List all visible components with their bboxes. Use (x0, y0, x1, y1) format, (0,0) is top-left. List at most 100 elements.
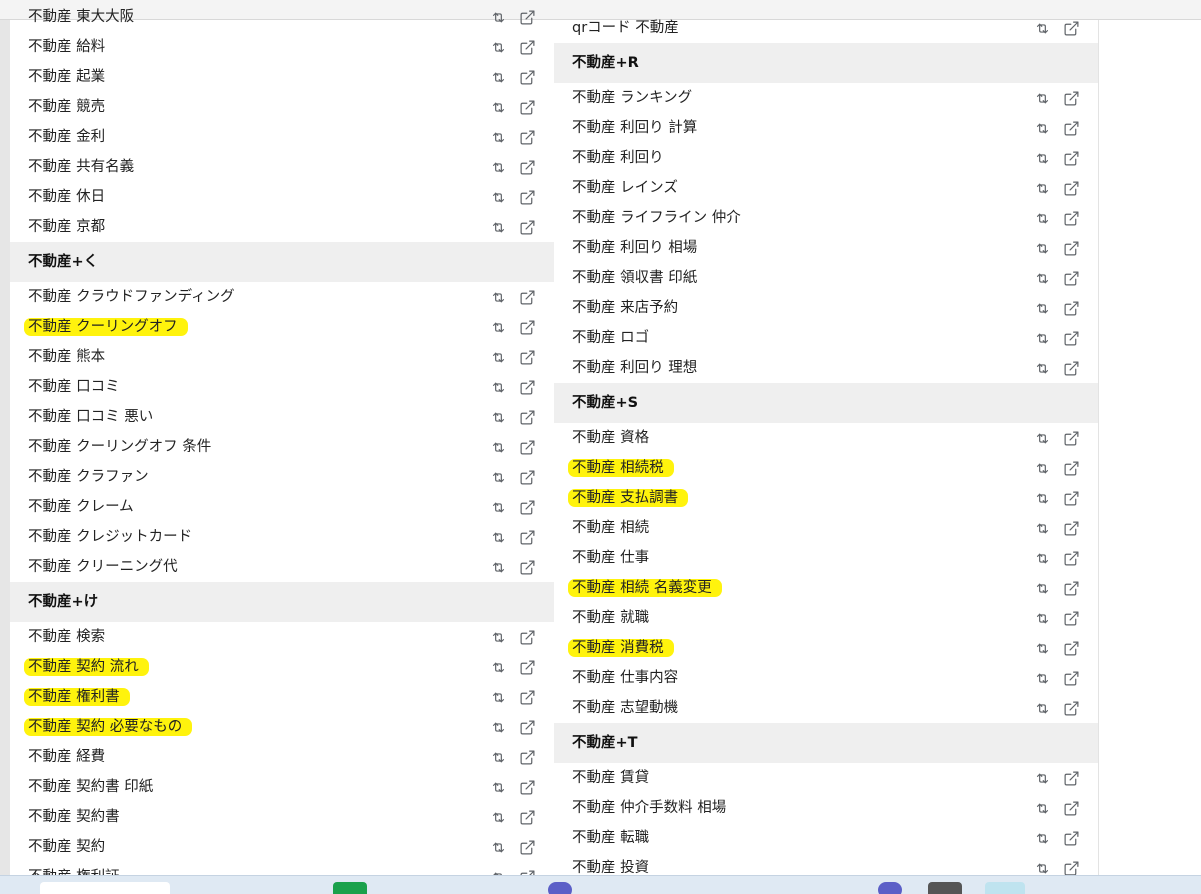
external-link-icon[interactable] (517, 67, 537, 87)
retweet-icon[interactable] (1032, 768, 1052, 788)
keyword-label[interactable]: 不動産 資格 (572, 428, 649, 448)
retweet-icon[interactable] (1032, 428, 1052, 448)
keyword-label[interactable]: 不動産 契約 必要なもの (28, 717, 182, 737)
external-link-icon[interactable] (517, 627, 537, 647)
external-link-icon[interactable] (517, 317, 537, 337)
taskbar-app-icon[interactable] (928, 882, 962, 894)
keyword-label[interactable]: 不動産 クリーニング代 (28, 557, 178, 577)
external-link-icon[interactable] (517, 157, 537, 177)
retweet-icon[interactable] (1032, 328, 1052, 348)
external-link-icon[interactable] (517, 347, 537, 367)
external-link-icon[interactable] (1061, 268, 1081, 288)
retweet-icon[interactable] (1032, 178, 1052, 198)
keyword-label[interactable]: 不動産 利回り 理想 (572, 358, 697, 378)
external-link-icon[interactable] (1061, 148, 1081, 168)
retweet-icon[interactable] (1032, 828, 1052, 848)
retweet-icon[interactable] (488, 437, 508, 457)
external-link-icon[interactable] (1061, 428, 1081, 448)
external-link-icon[interactable] (517, 217, 537, 237)
keyword-label[interactable]: 不動産 利回り 計算 (572, 118, 697, 138)
external-link-icon[interactable] (1061, 458, 1081, 478)
retweet-icon[interactable] (488, 777, 508, 797)
keyword-label[interactable]: 不動産 相続税 (572, 458, 664, 478)
keyword-label[interactable]: 不動産 仕事内容 (572, 668, 678, 688)
retweet-icon[interactable] (488, 7, 508, 27)
external-link-icon[interactable] (1061, 208, 1081, 228)
keyword-label[interactable]: 不動産 利回り (572, 148, 664, 168)
keyword-label[interactable]: 不動産 口コミ (28, 377, 120, 397)
keyword-label[interactable]: 不動産 相続 名義変更 (572, 578, 712, 598)
keyword-label[interactable]: 不動産 経費 (28, 747, 105, 767)
external-link-icon[interactable] (1061, 828, 1081, 848)
external-link-icon[interactable] (1061, 518, 1081, 538)
external-link-icon[interactable] (1061, 548, 1081, 568)
keyword-label[interactable]: 不動産 東大大阪 (28, 7, 134, 27)
retweet-icon[interactable] (488, 657, 508, 677)
retweet-icon[interactable] (488, 157, 508, 177)
keyword-label[interactable]: 不動産 消費税 (572, 638, 664, 658)
retweet-icon[interactable] (1032, 458, 1052, 478)
external-link-icon[interactable] (1061, 488, 1081, 508)
external-link-icon[interactable] (517, 867, 537, 875)
retweet-icon[interactable] (1032, 548, 1052, 568)
external-link-icon[interactable] (517, 467, 537, 487)
retweet-icon[interactable] (1032, 18, 1052, 38)
external-link-icon[interactable] (517, 837, 537, 857)
retweet-icon[interactable] (488, 217, 508, 237)
keyword-label[interactable]: 不動産 投資 (572, 858, 649, 875)
taskbar-app-icon[interactable] (333, 882, 367, 894)
taskbar-app-icon[interactable] (548, 882, 572, 894)
keyword-label[interactable]: 不動産 契約書 (28, 807, 120, 827)
keyword-label[interactable]: 不動産 領収書 印紙 (572, 268, 697, 288)
external-link-icon[interactable] (1061, 798, 1081, 818)
external-link-icon[interactable] (1061, 328, 1081, 348)
external-link-icon[interactable] (517, 747, 537, 767)
external-link-icon[interactable] (517, 37, 537, 57)
retweet-icon[interactable] (1032, 298, 1052, 318)
external-link-icon[interactable] (517, 407, 537, 427)
keyword-label[interactable]: 不動産 競売 (28, 97, 105, 117)
external-link-icon[interactable] (1061, 18, 1081, 38)
keyword-label[interactable]: 不動産 休日 (28, 187, 105, 207)
retweet-icon[interactable] (1032, 698, 1052, 718)
external-link-icon[interactable] (517, 377, 537, 397)
external-link-icon[interactable] (1061, 858, 1081, 875)
retweet-icon[interactable] (1032, 608, 1052, 628)
keyword-label[interactable]: 不動産 熊本 (28, 347, 105, 367)
retweet-icon[interactable] (1032, 798, 1052, 818)
external-link-icon[interactable] (1061, 668, 1081, 688)
keyword-label[interactable]: 不動産 口コミ 悪い (28, 407, 153, 427)
taskbar-app-icon[interactable] (985, 882, 1025, 894)
retweet-icon[interactable] (488, 557, 508, 577)
retweet-icon[interactable] (488, 317, 508, 337)
keyword-label[interactable]: 不動産 権利証 (28, 867, 120, 875)
retweet-icon[interactable] (488, 627, 508, 647)
retweet-icon[interactable] (488, 837, 508, 857)
retweet-icon[interactable] (488, 527, 508, 547)
retweet-icon[interactable] (1032, 268, 1052, 288)
external-link-icon[interactable] (517, 557, 537, 577)
retweet-icon[interactable] (1032, 668, 1052, 688)
keyword-label[interactable]: 不動産 クーリングオフ 条件 (28, 437, 211, 457)
keyword-label[interactable]: 不動産 仲介手数料 相場 (572, 798, 726, 818)
keyword-label[interactable]: qrコード 不動産 (572, 18, 679, 38)
external-link-icon[interactable] (517, 777, 537, 797)
keyword-label[interactable]: 不動産 金利 (28, 127, 105, 147)
retweet-icon[interactable] (1032, 638, 1052, 658)
keyword-label[interactable]: 不動産 志望動機 (572, 698, 678, 718)
external-link-icon[interactable] (1061, 178, 1081, 198)
retweet-icon[interactable] (488, 807, 508, 827)
external-link-icon[interactable] (517, 807, 537, 827)
retweet-icon[interactable] (488, 187, 508, 207)
external-link-icon[interactable] (517, 437, 537, 457)
keyword-label[interactable]: 不動産 権利書 (28, 687, 120, 707)
retweet-icon[interactable] (1032, 148, 1052, 168)
keyword-label[interactable]: 不動産 クレジットカード (28, 527, 192, 547)
retweet-icon[interactable] (1032, 358, 1052, 378)
retweet-icon[interactable] (1032, 208, 1052, 228)
keyword-label[interactable]: 不動産 起業 (28, 67, 105, 87)
keyword-label[interactable]: 不動産 ロゴ (572, 328, 649, 348)
external-link-icon[interactable] (517, 717, 537, 737)
retweet-icon[interactable] (488, 67, 508, 87)
external-link-icon[interactable] (1061, 88, 1081, 108)
